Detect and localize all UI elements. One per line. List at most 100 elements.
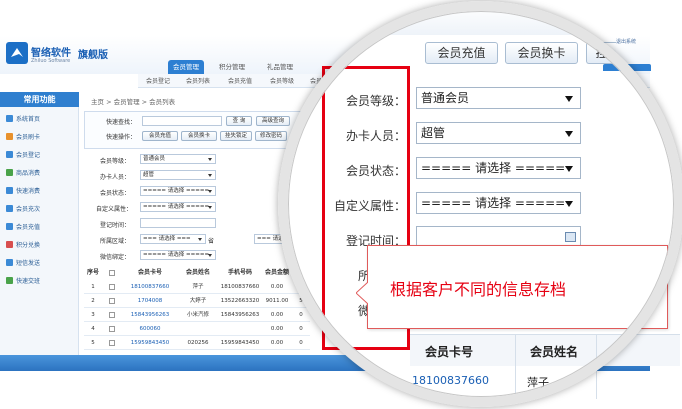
table-cell: 0.00 (270, 312, 284, 318)
col-card-no: 会员卡号 (137, 269, 162, 276)
table-cell: 5 (91, 340, 95, 346)
subnav-member-level[interactable]: 会员等级 (270, 76, 294, 85)
table-cell: 萍子 (192, 284, 204, 290)
recharge-icon (6, 223, 13, 230)
subnav-member-list[interactable]: 会员列表 (186, 76, 210, 85)
filter-custom-label: 自定义属性： (96, 206, 133, 213)
table-row[interactable]: 2 1704008 大婷子 13522663320 9011.00 5 (84, 294, 310, 308)
row-checkbox[interactable] (109, 326, 115, 332)
table-cell: 3 (91, 312, 95, 318)
table-row[interactable]: 5 15959843450 020256 15959843450 0.00 0 (84, 336, 310, 350)
table-cell[interactable]: 600060 (122, 322, 178, 336)
sidebar-item-recharge[interactable]: 会员充值 (16, 222, 40, 231)
table-cell[interactable]: 15959843450 (122, 336, 178, 350)
filter-region-province[interactable]: === 请选择 === (140, 234, 206, 244)
sidebar-item-home[interactable]: 系统首页 (16, 114, 40, 123)
table-cell[interactable]: 1704008 (122, 294, 178, 308)
sidebar-item-sms[interactable]: 短信发送 (16, 258, 40, 267)
card-swipe-icon (6, 133, 13, 140)
quick-search-input[interactable] (142, 116, 222, 126)
sidebar-title: 常用功能 (0, 92, 79, 107)
filter-wechat-select[interactable]: ===== 请选择 ===== (140, 250, 216, 260)
lock-button[interactable]: 挂失锁定 (220, 131, 252, 141)
select-all-checkbox[interactable] (109, 270, 115, 276)
magnifier-ring (278, 1, 682, 407)
row-checkbox[interactable] (109, 284, 115, 290)
table-cell: 9011.00 (265, 298, 289, 304)
sidebar-item-card-swipe[interactable]: 会员刷卡 (16, 132, 40, 141)
table-cell: 2 (91, 298, 95, 304)
change-card-button[interactable]: 会员换卡 (181, 131, 217, 141)
recharge-count-icon (6, 205, 13, 212)
search-button[interactable]: 查 询 (226, 116, 252, 126)
filter-staff-select[interactable]: 超管 (140, 170, 216, 180)
row-checkbox[interactable] (109, 340, 115, 346)
tab-gift-management[interactable]: 礼品管理 (262, 60, 298, 74)
row-checkbox[interactable] (109, 312, 115, 318)
table-cell: 0 (299, 340, 303, 346)
filter-region-label: 所属区域： (100, 238, 131, 245)
subnav-member-recharge[interactable]: 会员充值 (228, 76, 252, 85)
table-cell: 15959843450 (220, 340, 260, 346)
tab-member-management[interactable]: 会员管理 (168, 60, 204, 74)
sidebar-item-quick-consume[interactable]: 快速消费 (16, 186, 40, 195)
app-window: 智络软件 Zhiluo Software 旗舰版 会员管理 积分管理 礼品管理 … (0, 0, 682, 409)
table-cell: 0 (299, 326, 303, 332)
sidebar-item-recharge-count[interactable]: 会员充次 (16, 204, 40, 213)
filter-status-select[interactable]: ===== 请选择 ===== (140, 186, 216, 196)
table-cell: 15843956263 (220, 312, 260, 318)
advanced-search-button[interactable]: 高级查询 (256, 116, 290, 126)
filter-wechat-label: 微信绑定： (100, 254, 131, 261)
subnav-member-register[interactable]: 会员登记 (146, 76, 170, 85)
table-row[interactable]: 4 600060 0.00 0 (84, 322, 310, 336)
col-index: 序号 (86, 269, 99, 276)
shift-icon (6, 277, 13, 284)
sidebar-item-goods[interactable]: 商品消费 (16, 168, 40, 177)
table-cell: 18100837660 (220, 284, 260, 290)
table-cell: 13522663320 (220, 298, 260, 304)
sms-icon (6, 259, 13, 266)
change-password-button[interactable]: 修改密码 (255, 131, 287, 141)
edition-badge: 旗舰版 (78, 50, 108, 61)
filter-custom-select[interactable]: ===== 请选择 ===== (140, 202, 216, 212)
zoom-logout-link[interactable]: 退出系统 (616, 38, 636, 45)
sidebar-item-shift[interactable]: 快速交班 (16, 276, 40, 285)
table-row[interactable]: 3 15843956263 小米汽修 15843956263 0.00 0 (84, 308, 310, 322)
col-name: 会员姓名 (185, 269, 210, 276)
filter-level-select[interactable]: 普通会员 (140, 154, 216, 164)
filter-region-province-suffix: 省 (208, 238, 215, 245)
table-cell: 020256 (187, 340, 209, 346)
table-cell[interactable]: 15843956263 (122, 308, 178, 322)
quick-ops-label: 快速操作： (106, 134, 137, 141)
table-cell: 小米汽修 (186, 312, 209, 318)
register-icon (6, 151, 13, 158)
table-cell[interactable]: 18100837660 (122, 280, 178, 294)
sidebar-item-register[interactable]: 会员登记 (16, 150, 40, 159)
breadcrumb: 主页 > 会员管理 > 会员列表 (91, 98, 176, 106)
quick-search-label: 快速查找： (106, 119, 137, 126)
table-cell: 4 (91, 326, 95, 332)
table-cell: 0.00 (270, 284, 284, 290)
quick-consume-icon (6, 187, 13, 194)
tab-points-management[interactable]: 积分管理 (214, 60, 250, 74)
table-cell: 0.00 (270, 326, 284, 332)
table-cell: 大婷子 (189, 298, 207, 304)
logo-icon (6, 42, 28, 64)
table-cell: 1 (91, 284, 95, 290)
brand-subtitle: Zhiluo Software (31, 58, 71, 64)
home-icon (6, 115, 13, 122)
sidebar-item-points[interactable]: 积分兑换 (16, 240, 40, 249)
filter-staff-label: 办卡人员： (100, 174, 131, 181)
goods-icon (6, 169, 13, 176)
table-row[interactable]: 118100837660萍子181008376600.000 (84, 280, 310, 294)
row-checkbox[interactable] (109, 298, 115, 304)
col-phone: 手机号码 (227, 269, 252, 276)
filter-date-label: 登记时间： (100, 222, 131, 229)
filter-status-label: 会员状态： (100, 190, 131, 197)
points-icon (6, 241, 13, 248)
recharge-button[interactable]: 会员充值 (142, 131, 178, 141)
table-cell: 0.00 (270, 340, 284, 346)
filter-date-input[interactable] (140, 218, 216, 228)
brand-name: 智络软件 (31, 48, 71, 59)
filter-level-label: 会员等级： (100, 158, 131, 165)
